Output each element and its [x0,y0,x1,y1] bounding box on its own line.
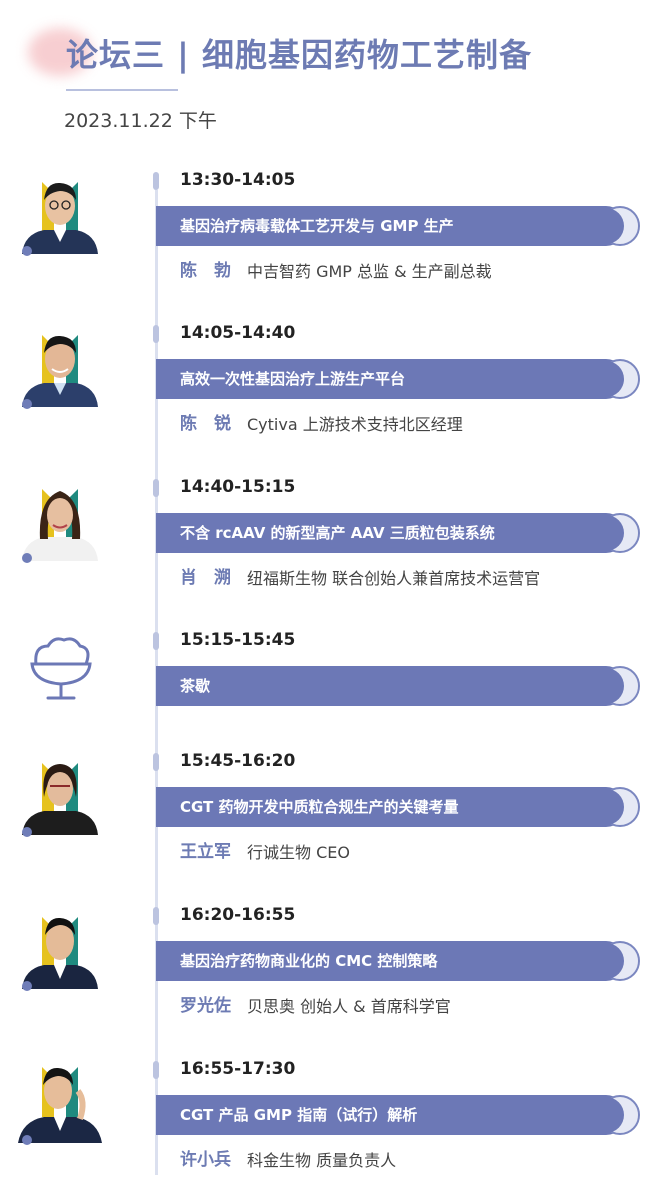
speaker-name: 肖 溯 [180,568,231,588]
session-time: 16:20-16:55 [180,905,296,925]
session-item: 14:05-14:40 高效一次性基因治疗上游生产平台 陈 锐 Cytiva 上… [0,323,650,455]
session-item: 16:20-16:55 基因治疗药物商业化的 CMC 控制策略 罗光佐 贝思奥 … [0,905,650,1037]
speaker-photo [18,1067,102,1143]
speaker-name: 陈 勃 [180,261,231,281]
event-date: 2023.11.22 下午 [64,110,217,132]
topic-bar-end-inner [588,668,624,704]
time-tick [153,907,159,925]
timeline-marker [22,246,32,256]
speaker-role: 贝思奥 创始人 & 首席科学官 [247,997,451,1016]
speaker-role: 科金生物 质量负责人 [247,1151,397,1170]
speaker-role: Cytiva 上游技术支持北区经理 [247,415,463,434]
speaker-photo [22,182,98,254]
timeline-marker [22,827,32,837]
session-topic: 高效一次性基因治疗上游生产平台 [180,370,406,388]
title-underline [66,89,178,91]
timeline-marker [22,981,32,991]
session-topic: 基因治疗病毒载体工艺开发与 GMP 生产 [180,217,454,235]
timeline-marker [22,399,32,409]
timeline-marker [22,553,32,563]
speaker-name: 陈 锐 [180,414,231,434]
time-tick [153,479,159,497]
time-tick [153,325,159,343]
session-time: 16:55-17:30 [180,1059,296,1079]
speaker-role: 纽福斯生物 联合创始人兼首席技术运营官 [247,569,541,588]
speaker-name: 王立军 [180,842,231,862]
speaker-photo [22,489,98,561]
session-item: 16:55-17:30 CGT 产品 GMP 指南（试行）解析 许小兵 科金生物… [0,1059,650,1191]
time-tick [153,753,159,771]
topic-bar-end-inner [588,515,624,551]
topic-bar-end-inner [588,361,624,397]
session-topic: CGT 药物开发中质粒合规生产的关键考量 [180,798,459,816]
timeline-marker [22,1135,32,1145]
session-topic: 茶歇 [180,677,211,695]
time-tick [153,1061,159,1079]
topic-bar-end-inner [588,943,624,979]
speaker-role: 中吉智药 GMP 总监 & 生产副总裁 [247,262,492,281]
time-tick [153,632,159,650]
time-tick [153,172,159,190]
topic-bar-end-inner [588,789,624,825]
speaker-photo [22,763,98,835]
session-topic: 不含 rcAAV 的新型高产 AAV 三质粒包装系统 [180,524,495,542]
session-time: 14:40-15:15 [180,477,296,497]
session-item: 15:45-16:20 CGT 药物开发中质粒合规生产的关键考量 王立军 行诚生… [0,751,650,883]
session-topic: 基因治疗药物商业化的 CMC 控制策略 [180,952,438,970]
session-time: 14:05-14:40 [180,323,296,343]
break-item: 15:15-15:45 茶歇 [0,630,650,762]
speaker-photo [22,335,98,407]
topic-bar-end-inner [588,1097,624,1133]
session-time: 15:15-15:45 [180,630,296,650]
topic-bar [156,666,626,706]
session-topic: CGT 产品 GMP 指南（试行）解析 [180,1106,418,1124]
topic-bar-end-inner [588,208,624,244]
speaker-photo [22,917,98,989]
session-time: 13:30-14:05 [180,170,296,190]
speaker-name: 许小兵 [180,1150,231,1170]
page-title: 论坛三 | 细胞基因药物工艺制备 [66,36,532,74]
session-item: 14:40-15:15 不含 rcAAV 的新型高产 AAV 三质粒包装系统 肖… [0,477,650,609]
session-item: 13:30-14:05 基因治疗病毒载体工艺开发与 GMP 生产 陈 勃 中吉智… [0,170,650,302]
tea-break-icon [30,637,92,700]
speaker-name: 罗光佐 [180,996,231,1016]
speaker-role: 行诚生物 CEO [247,843,350,862]
session-time: 15:45-16:20 [180,751,296,771]
